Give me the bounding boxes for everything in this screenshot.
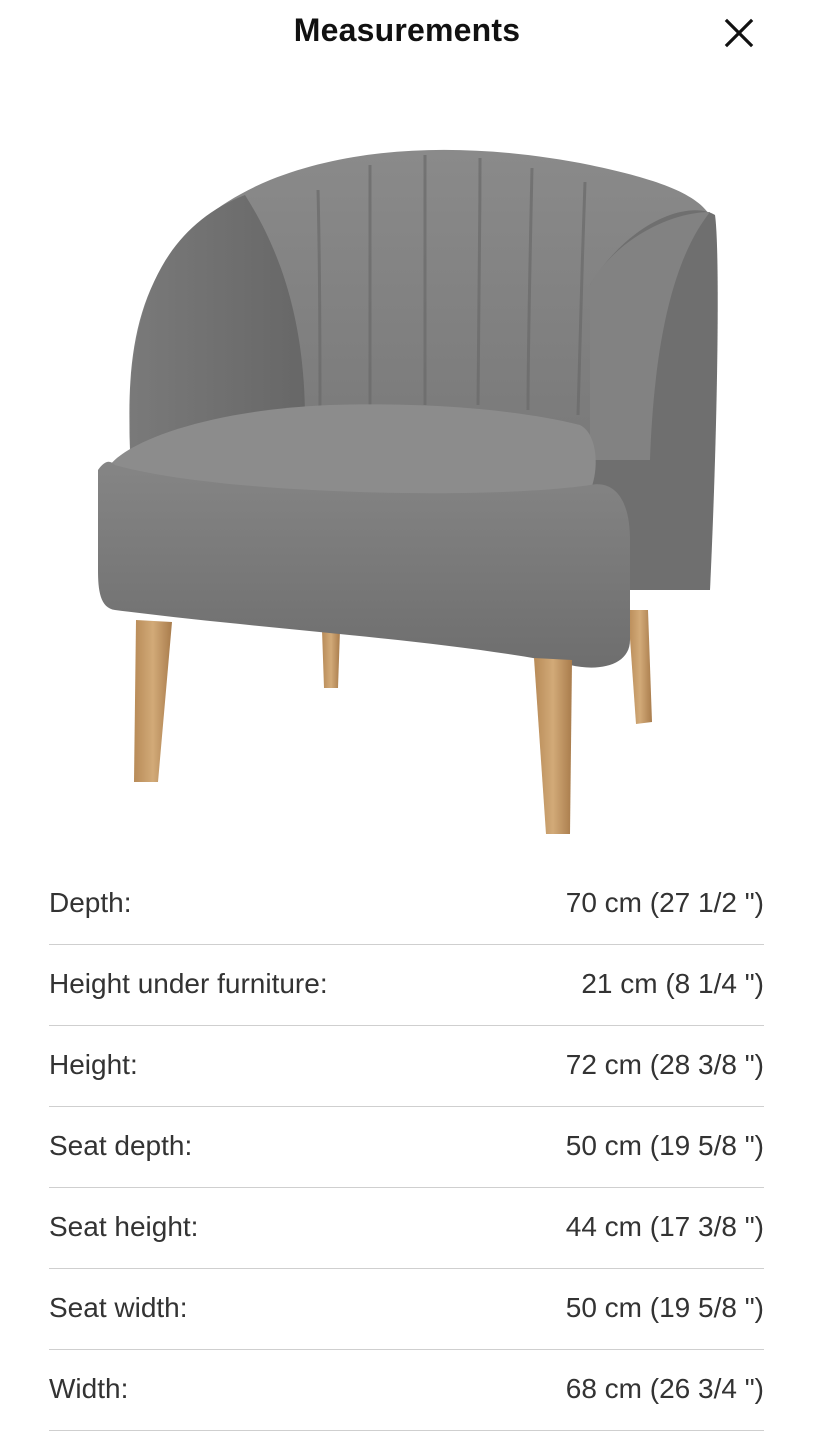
measurement-label: Seat depth:: [49, 1130, 193, 1161]
page-title: Measurements: [293, 12, 521, 48]
measurement-row-height-under-furniture: Height under furniture: 21 cm (8 1/4 "): [49, 945, 764, 1026]
measurement-row-seat-width: Seat width: 50 cm (19 5/8 "): [49, 1269, 764, 1350]
measurement-row-height: Height: 72 cm (28 3/8 "): [49, 1026, 764, 1107]
measurement-label: Width:: [49, 1373, 129, 1404]
measurement-row-seat-depth: Seat depth: 50 cm (19 5/8 "): [49, 1107, 764, 1188]
front-right-leg: [534, 658, 572, 834]
measurement-value: 50 cm (19 5/8 "): [565, 1292, 764, 1323]
measurement-value: 72 cm (28 3/8 "): [565, 1049, 764, 1080]
measurements-list: Depth: 70 cm (27 1/2 ") Height under fur…: [49, 864, 764, 1431]
front-left-leg: [134, 620, 172, 782]
measurement-value: 70 cm (27 1/2 "): [565, 887, 764, 918]
measurement-label: Height under furniture:: [49, 968, 328, 999]
measurement-value: 44 cm (17 3/8 "): [565, 1211, 764, 1242]
close-icon: [724, 18, 754, 48]
close-button[interactable]: [716, 10, 762, 56]
measurement-label: Height:: [49, 1049, 138, 1080]
measurement-row-depth: Depth: 70 cm (27 1/2 "): [49, 864, 764, 945]
back-left-leg: [322, 630, 340, 688]
measurement-label: Depth:: [49, 887, 132, 918]
measurement-value: 50 cm (19 5/8 "): [565, 1130, 764, 1161]
measurement-value: 21 cm (8 1/4 "): [581, 968, 764, 999]
measurement-row-width: Width: 68 cm (26 3/4 "): [49, 1350, 764, 1431]
modal-header: Measurements: [0, 0, 814, 66]
measurement-row-seat-height: Seat height: 44 cm (17 3/8 "): [49, 1188, 764, 1269]
seat-front: [98, 461, 630, 668]
measurement-label: Seat width:: [49, 1292, 188, 1323]
measurement-value: 68 cm (26 3/4 "): [565, 1373, 764, 1404]
back-right-leg: [628, 610, 652, 724]
measurement-label: Seat height:: [49, 1211, 199, 1242]
armchair-image: [98, 149, 718, 834]
